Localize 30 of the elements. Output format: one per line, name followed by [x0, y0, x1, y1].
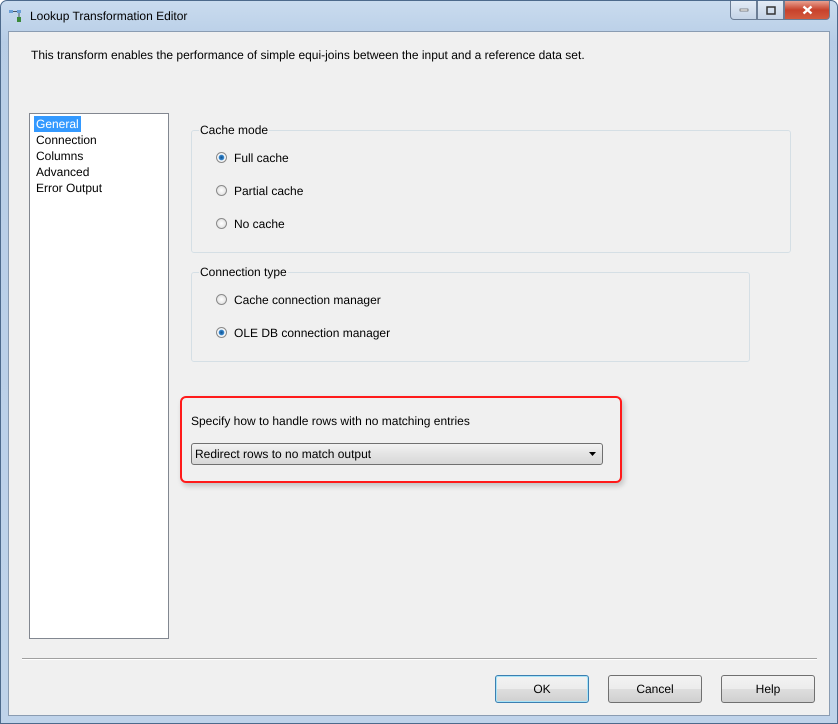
radio-button[interactable] — [216, 185, 227, 196]
dropdown[interactable]: Redirect rows to no match output — [191, 443, 603, 465]
maximize-button[interactable] — [757, 1, 784, 20]
description-text: This transform enables the performance of simple equi-joins between the input and a reference data set. — [31, 48, 586, 62]
radio-button[interactable] — [216, 327, 227, 338]
group-title: Cache mode — [199, 123, 270, 137]
radio-option[interactable]: Partial cache — [216, 174, 790, 207]
radio-button[interactable] — [216, 218, 227, 229]
list-item[interactable]: Columns — [34, 148, 86, 164]
group-title: Connection type — [199, 265, 288, 279]
minimize-icon — [738, 8, 748, 12]
radio-option[interactable]: OLE DB connection manager — [216, 316, 749, 349]
radio-option[interactable]: Full cache — [216, 141, 790, 174]
dialog-button[interactable]: Cancel — [608, 675, 702, 703]
radio-option[interactable]: No cache — [216, 207, 790, 240]
dropdown-caret-icon — [589, 452, 596, 456]
dialog-button[interactable]: Help — [721, 675, 815, 703]
close-button[interactable] — [784, 1, 830, 20]
list-item[interactable]: Connection — [34, 132, 99, 148]
radio-button[interactable] — [216, 294, 227, 305]
field-label: Specify how to handle rows with no matching entries — [191, 414, 471, 428]
close-icon — [802, 5, 812, 15]
dialog-button[interactable]: OK — [495, 675, 589, 703]
list-item[interactable]: Advanced — [34, 164, 92, 180]
flow-icon — [8, 8, 24, 24]
maximize-icon — [766, 6, 776, 14]
radio-option[interactable]: Cache connection manager — [216, 283, 749, 316]
window-title: Lookup Transformation Editor — [30, 9, 188, 23]
radio-button[interactable] — [216, 152, 227, 163]
list-item[interactable]: Error Output — [34, 180, 104, 196]
